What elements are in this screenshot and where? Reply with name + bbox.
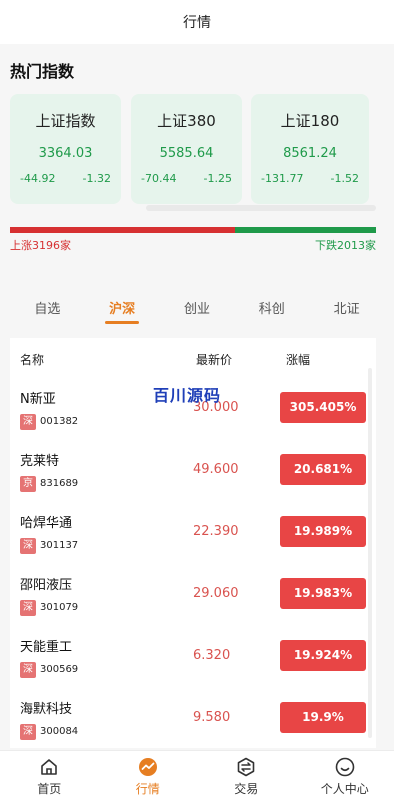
stock-name: 哈焊华通 — [20, 516, 73, 531]
breadth-up-label: 上涨3196家 — [10, 239, 71, 252]
nav-home-label: 首页 — [37, 782, 62, 796]
column-header-pct[interactable]: 涨幅 — [286, 351, 310, 368]
stock-code: 301079 — [40, 602, 79, 613]
stock-code: 001382 — [40, 416, 79, 427]
market-badge: 深 — [20, 414, 36, 430]
stock-table: 名称 最新价 涨幅 N新亚 深 001382 30.000 305.405% 克… — [10, 338, 376, 748]
index-change: -131.77 — [261, 172, 304, 185]
breadth-down-label: 下跌2013家 — [315, 239, 376, 252]
index-value: 5585.64 — [159, 146, 214, 161]
table-row[interactable]: 哈焊华通 深 301137 22.390 19.989% — [10, 502, 376, 564]
index-change: -44.92 — [20, 172, 56, 185]
top-bar: 行情 — [0, 0, 394, 44]
stock-price: 22.390 — [193, 524, 239, 539]
breadth-bar — [10, 227, 376, 233]
table-header: 名称 最新价 涨幅 — [10, 338, 376, 378]
index-pct: -1.25 — [203, 172, 232, 185]
index-pct: -1.52 — [330, 172, 359, 185]
stock-name: 海默科技 — [20, 702, 73, 717]
stock-pct[interactable]: 20.681% — [280, 454, 366, 485]
index-name: 上证指数 — [35, 112, 96, 130]
table-row[interactable]: 海默科技 深 300084 9.580 19.9% — [10, 688, 376, 748]
nav-home[interactable]: 首页 — [0, 751, 99, 800]
stock-code: 300084 — [40, 726, 79, 737]
stock-pct[interactable]: 19.924% — [280, 640, 366, 671]
watermark: 百川源码 — [153, 386, 222, 405]
nav-trade-label: 交易 — [234, 782, 259, 796]
market-badge: 京 — [20, 476, 36, 492]
stock-code: 301137 — [40, 540, 79, 551]
stock-pct[interactable]: 19.983% — [280, 578, 366, 609]
market-badge: 深 — [20, 662, 36, 678]
index-card[interactable]: 上证180 8561.24 -131.77 -1.52 — [251, 94, 369, 204]
user-icon — [335, 757, 355, 777]
table-row[interactable]: 天能重工 深 300569 6.320 19.924% — [10, 626, 376, 688]
table-row[interactable]: 克莱特 京 831689 49.600 20.681% — [10, 440, 376, 502]
stock-pct[interactable]: 19.989% — [280, 516, 366, 547]
column-header-price[interactable]: 最新价 — [196, 351, 232, 368]
stock-name: 天能重工 — [20, 640, 73, 655]
stock-pct[interactable]: 305.405% — [280, 392, 366, 423]
index-change: -70.44 — [141, 172, 177, 185]
stock-code: 300569 — [40, 664, 79, 675]
market-badge: 深 — [20, 600, 36, 616]
tab-chinext[interactable]: 创业 — [166, 292, 228, 324]
stock-name: 邵阳液压 — [20, 578, 73, 593]
tab-star[interactable]: 科创 — [241, 292, 303, 324]
nav-profile-label: 个人中心 — [320, 782, 369, 796]
tab-watchlist[interactable]: 自选 — [16, 292, 78, 324]
hot-index-title: 热门指数 — [10, 62, 75, 81]
market-badge: 深 — [20, 724, 36, 740]
column-header-name[interactable]: 名称 — [20, 351, 44, 368]
index-name: 上证180 — [280, 112, 340, 130]
table-row[interactable]: 邵阳液压 深 301079 29.060 19.983% — [10, 564, 376, 626]
stock-price: 49.600 — [193, 462, 239, 477]
stock-price: 6.320 — [193, 648, 231, 663]
hot-index-cards: 上证指数 3364.03 -44.92 -1.32 上证380 5585.64 … — [10, 94, 384, 204]
trade-icon — [237, 757, 255, 777]
stock-price: 29.060 — [193, 586, 239, 601]
nav-market[interactable]: 行情 — [99, 751, 198, 800]
market-icon — [138, 758, 157, 776]
home-icon — [41, 759, 58, 775]
index-card[interactable]: 上证380 5585.64 -70.44 -1.25 — [131, 94, 242, 204]
tab-sh-sz[interactable]: 沪深 — [91, 292, 153, 324]
nav-market-label: 行情 — [135, 782, 160, 796]
index-name: 上证380 — [157, 112, 216, 130]
index-value: 3364.03 — [38, 146, 93, 161]
stock-name: 克莱特 — [20, 454, 60, 469]
page-title: 行情 — [183, 15, 211, 31]
market-tabs: 自选 沪深 创业 科创 北证 — [10, 292, 384, 324]
market-badge: 深 — [20, 538, 36, 554]
stock-price: 9.580 — [193, 710, 231, 725]
table-scrollbar[interactable] — [368, 368, 372, 738]
index-value: 8561.24 — [283, 146, 337, 161]
cards-scrollbar[interactable] — [146, 205, 376, 211]
breadth-up-fill — [10, 227, 235, 233]
index-card[interactable]: 上证指数 3364.03 -44.92 -1.32 — [10, 94, 121, 204]
nav-trade[interactable]: 交易 — [197, 751, 296, 800]
stock-code: 831689 — [40, 478, 79, 489]
stock-name: N新亚 — [20, 392, 56, 407]
index-pct: -1.32 — [82, 172, 111, 185]
stock-pct[interactable]: 19.9% — [280, 702, 366, 733]
bottom-nav: 首页 行情 交易 个人中心 — [0, 750, 394, 800]
tab-beijing[interactable]: 北证 — [316, 292, 378, 324]
nav-profile[interactable]: 个人中心 — [296, 751, 394, 800]
